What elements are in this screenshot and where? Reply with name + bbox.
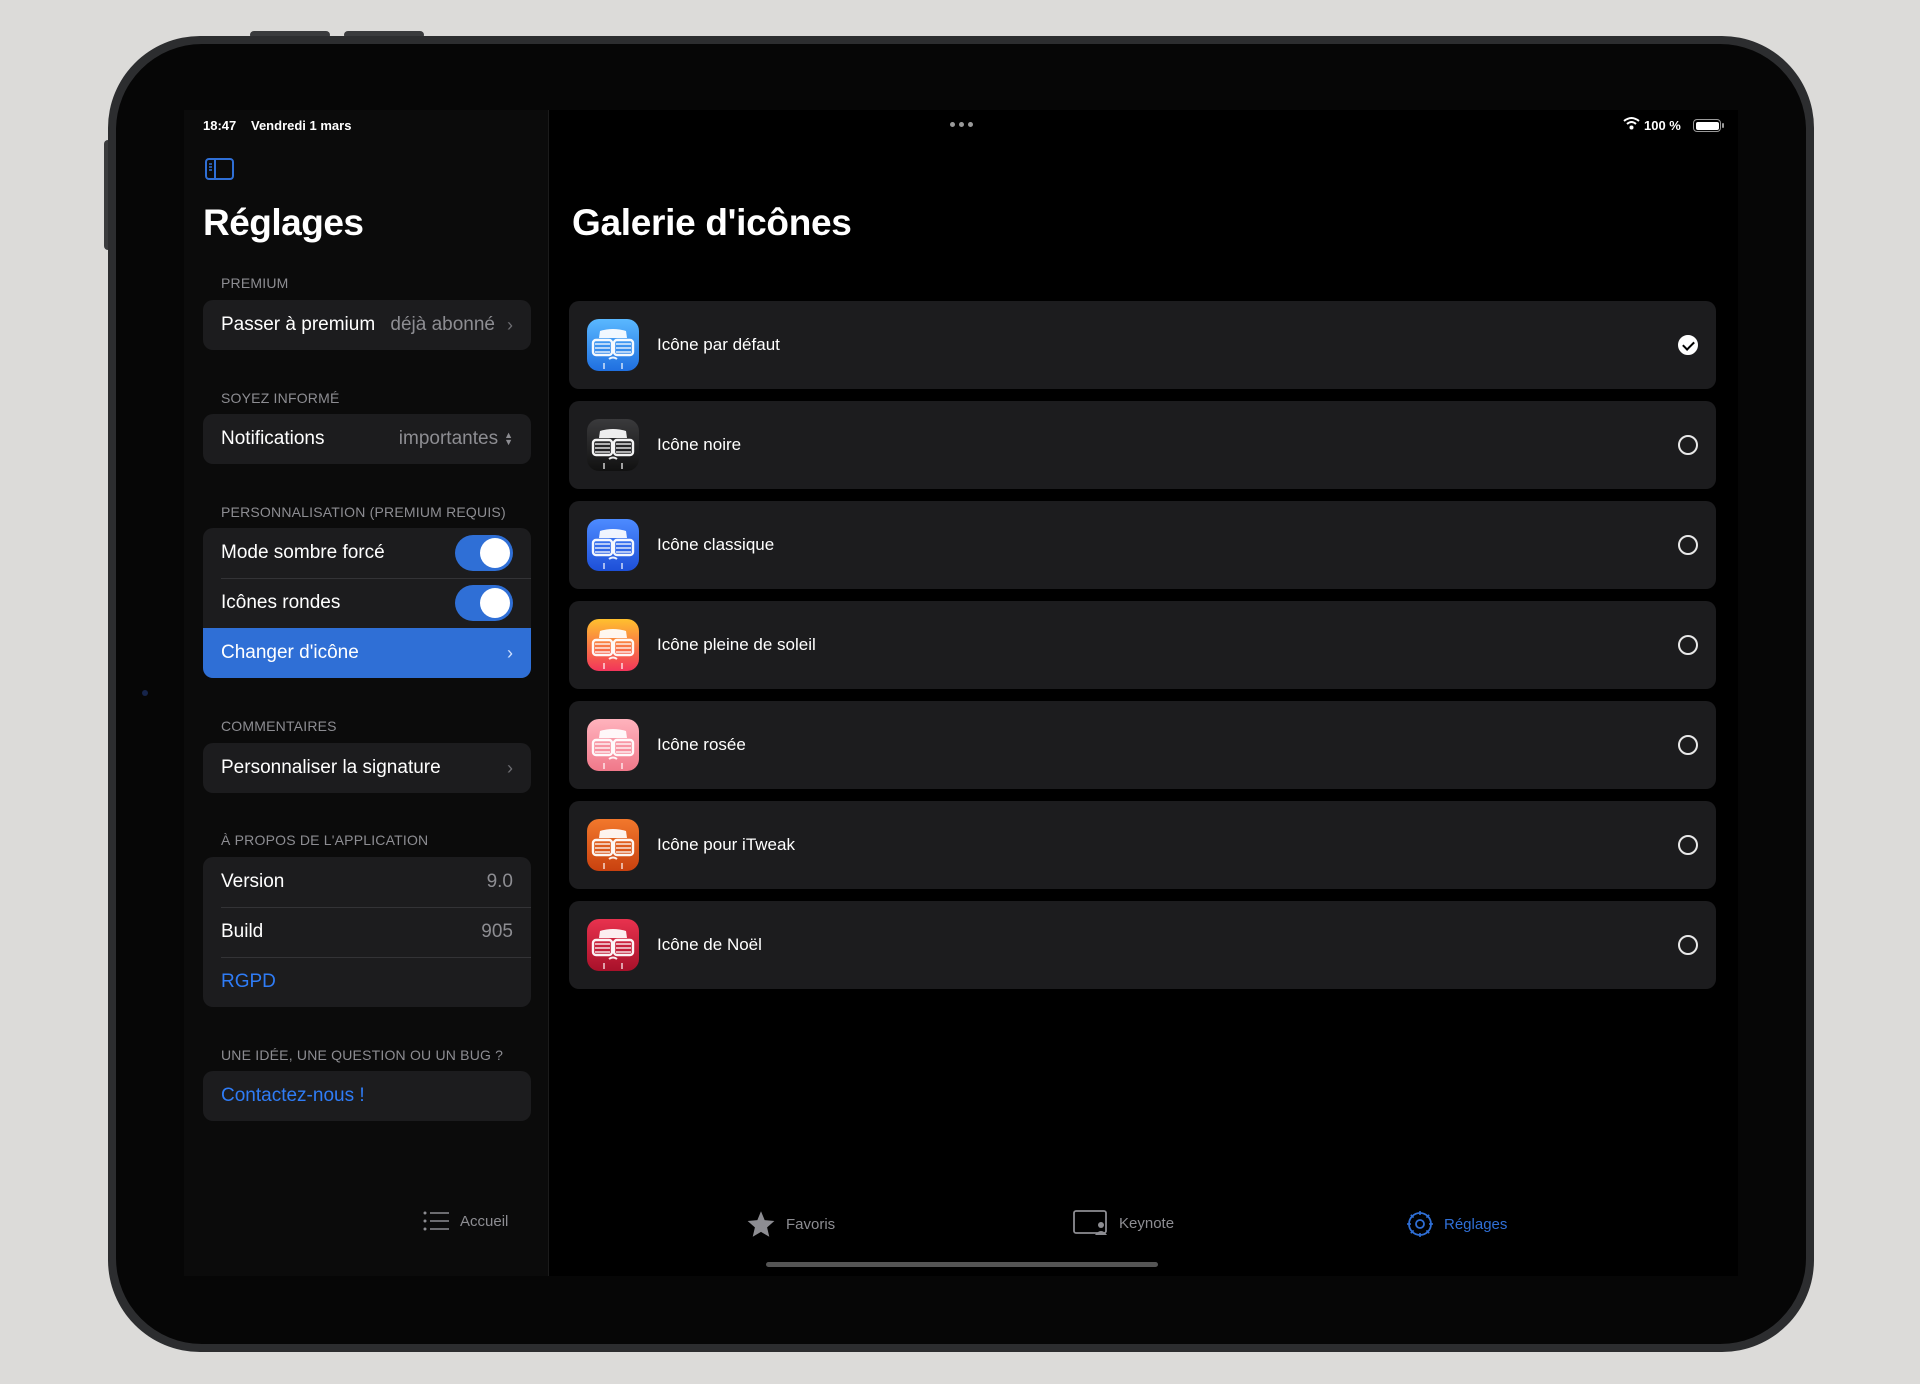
- page-title: Galerie d'icônes: [572, 202, 852, 243]
- gear-icon: [1407, 1211, 1433, 1237]
- premium-row-label: Passer à premium: [221, 314, 376, 335]
- icon-option-row[interactable]: Icône noire: [569, 401, 1716, 489]
- icon-option-label: Icône noire: [657, 435, 742, 454]
- sidebar: Réglages PREMIUM Passer à premium déjà a…: [184, 110, 549, 1276]
- sunglasses-app-icon: [587, 319, 639, 371]
- group-about: Version 9.0 Build 905 RGPD: [203, 857, 531, 1007]
- icon-option-row[interactable]: Icône classique: [569, 501, 1716, 589]
- tab-favoris[interactable]: Favoris: [746, 1210, 835, 1238]
- group-informed: Notifications importantes ▲ ▼: [203, 414, 531, 464]
- icon-option-row[interactable]: Icône de Noël: [569, 901, 1716, 989]
- version-value: 9.0: [486, 871, 513, 892]
- chevron-right-icon: ›: [507, 642, 513, 663]
- status-bar: 18:47 Vendredi 1 mars 100 %: [184, 110, 1738, 140]
- star-icon: [747, 1211, 775, 1237]
- dark-mode-label: Mode sombre forcé: [221, 542, 385, 563]
- section-header-about: À PROPOS DE L'APPLICATION: [221, 832, 429, 848]
- round-icons-row: Icônes rondes: [203, 578, 531, 628]
- version-label: Version: [221, 871, 285, 892]
- notifications-row[interactable]: Notifications importantes ▲ ▼: [203, 414, 531, 464]
- notifications-value: importantes: [398, 428, 499, 449]
- icon-option-label: Icône pleine de soleil: [657, 635, 816, 654]
- section-header-premium: PREMIUM: [221, 275, 289, 291]
- status-time: 18:47: [203, 118, 237, 133]
- tab-favoris-label: Favoris: [786, 1215, 836, 1233]
- keynote-icon: [1073, 1210, 1107, 1235]
- round-icons-label: Icônes rondes: [221, 592, 341, 613]
- front-camera: [142, 690, 148, 696]
- round-icons-toggle[interactable]: [455, 585, 513, 621]
- sidebar-title: Réglages: [203, 202, 364, 243]
- screen: Réglages PREMIUM Passer à premium déjà a…: [184, 110, 1738, 1276]
- sunglasses-app-icon: [587, 719, 639, 771]
- radio-circle-icon[interactable]: [1678, 835, 1698, 855]
- tab-accueil[interactable]: Accueil: [422, 1210, 508, 1232]
- icon-option-row[interactable]: Icône rosée: [569, 701, 1716, 789]
- radio-circle-icon[interactable]: [1678, 435, 1698, 455]
- sunglasses-app-icon: [587, 619, 639, 671]
- notifications-label: Notifications: [221, 428, 325, 449]
- radio-circle-icon[interactable]: [1678, 735, 1698, 755]
- sidebar-toggle-icon[interactable]: [205, 158, 234, 185]
- section-header-contact: UNE IDÉE, UNE QUESTION OU UN BUG ?: [221, 1047, 504, 1063]
- section-header-informed: SOYEZ INFORMÉ: [221, 390, 340, 406]
- radio-circle-icon[interactable]: [1678, 935, 1698, 955]
- dark-mode-toggle[interactable]: [455, 535, 513, 571]
- checkmark-circle-icon[interactable]: [1678, 335, 1698, 355]
- group-contact: Contactez-nous !: [203, 1071, 531, 1121]
- group-personalization: Mode sombre forcé Icônes rondes Changer …: [203, 528, 531, 678]
- section-header-personalization: PERSONNALISATION (PREMIUM REQUIS): [221, 504, 506, 520]
- sunglasses-app-icon: [587, 419, 639, 471]
- build-row: Build 905: [203, 907, 531, 957]
- tab-accueil-label: Accueil: [460, 1212, 509, 1230]
- signature-label: Personnaliser la signature: [221, 757, 441, 778]
- radio-circle-icon[interactable]: [1678, 635, 1698, 655]
- change-icon-row[interactable]: Changer d'icône ›: [203, 628, 531, 678]
- dark-mode-row: Mode sombre forcé: [203, 528, 531, 578]
- radio-circle-icon[interactable]: [1678, 535, 1698, 555]
- home-indicator[interactable]: [766, 1262, 1158, 1267]
- chevron-right-icon: ›: [507, 314, 513, 335]
- contact-row[interactable]: Contactez-nous !: [203, 1071, 531, 1121]
- group-comments: Personnaliser la signature ›: [203, 743, 531, 793]
- tab-keynote[interactable]: Keynote: [1073, 1210, 1174, 1236]
- rgpd-link[interactable]: RGPD: [221, 971, 513, 993]
- icon-option-label: Icône classique: [657, 535, 775, 554]
- chevron-right-icon: ›: [507, 757, 513, 778]
- premium-row-value: déjà abonné: [390, 314, 495, 335]
- icon-option-label: Icône par défaut: [657, 335, 780, 354]
- icon-option-label: Icône de Noël: [657, 935, 762, 954]
- icon-option-row[interactable]: Icône par défaut: [569, 301, 1716, 389]
- sunglasses-app-icon: [587, 919, 639, 971]
- group-premium: Passer à premium déjà abonné ›: [203, 300, 531, 350]
- signature-row[interactable]: Personnaliser la signature ›: [203, 743, 531, 793]
- sunglasses-app-icon: [587, 819, 639, 871]
- status-date: Vendredi 1 mars: [251, 118, 352, 133]
- section-header-comments: COMMENTAIRES: [221, 718, 337, 734]
- list-icon: [423, 1211, 449, 1231]
- build-label: Build: [221, 921, 264, 942]
- sunglasses-app-icon: [587, 519, 639, 571]
- wifi-icon: [1623, 116, 1640, 133]
- change-icon-label: Changer d'icône: [221, 642, 359, 663]
- version-row: Version 9.0: [203, 857, 531, 907]
- tab-reglages[interactable]: Réglages: [1406, 1210, 1507, 1238]
- tab-reglages-label: Réglages: [1444, 1215, 1508, 1233]
- icon-option-label: Icône rosée: [657, 735, 746, 754]
- battery-icon: [1693, 119, 1724, 132]
- premium-row[interactable]: Passer à premium déjà abonné ›: [203, 300, 531, 350]
- icon-option-row[interactable]: Icône pour iTweak: [569, 801, 1716, 889]
- icon-option-label: Icône pour iTweak: [657, 835, 795, 854]
- rgpd-row[interactable]: RGPD: [203, 957, 531, 1007]
- icon-option-row[interactable]: Icône pleine de soleil: [569, 601, 1716, 689]
- multitasking-dots-icon[interactable]: [950, 122, 973, 127]
- battery-percentage: 100 %: [1644, 118, 1681, 133]
- tab-keynote-label: Keynote: [1119, 1214, 1175, 1232]
- contact-link[interactable]: Contactez-nous !: [221, 1085, 513, 1107]
- build-value: 905: [481, 921, 513, 942]
- chevron-up-down-icon: ▲ ▼: [504, 430, 513, 447]
